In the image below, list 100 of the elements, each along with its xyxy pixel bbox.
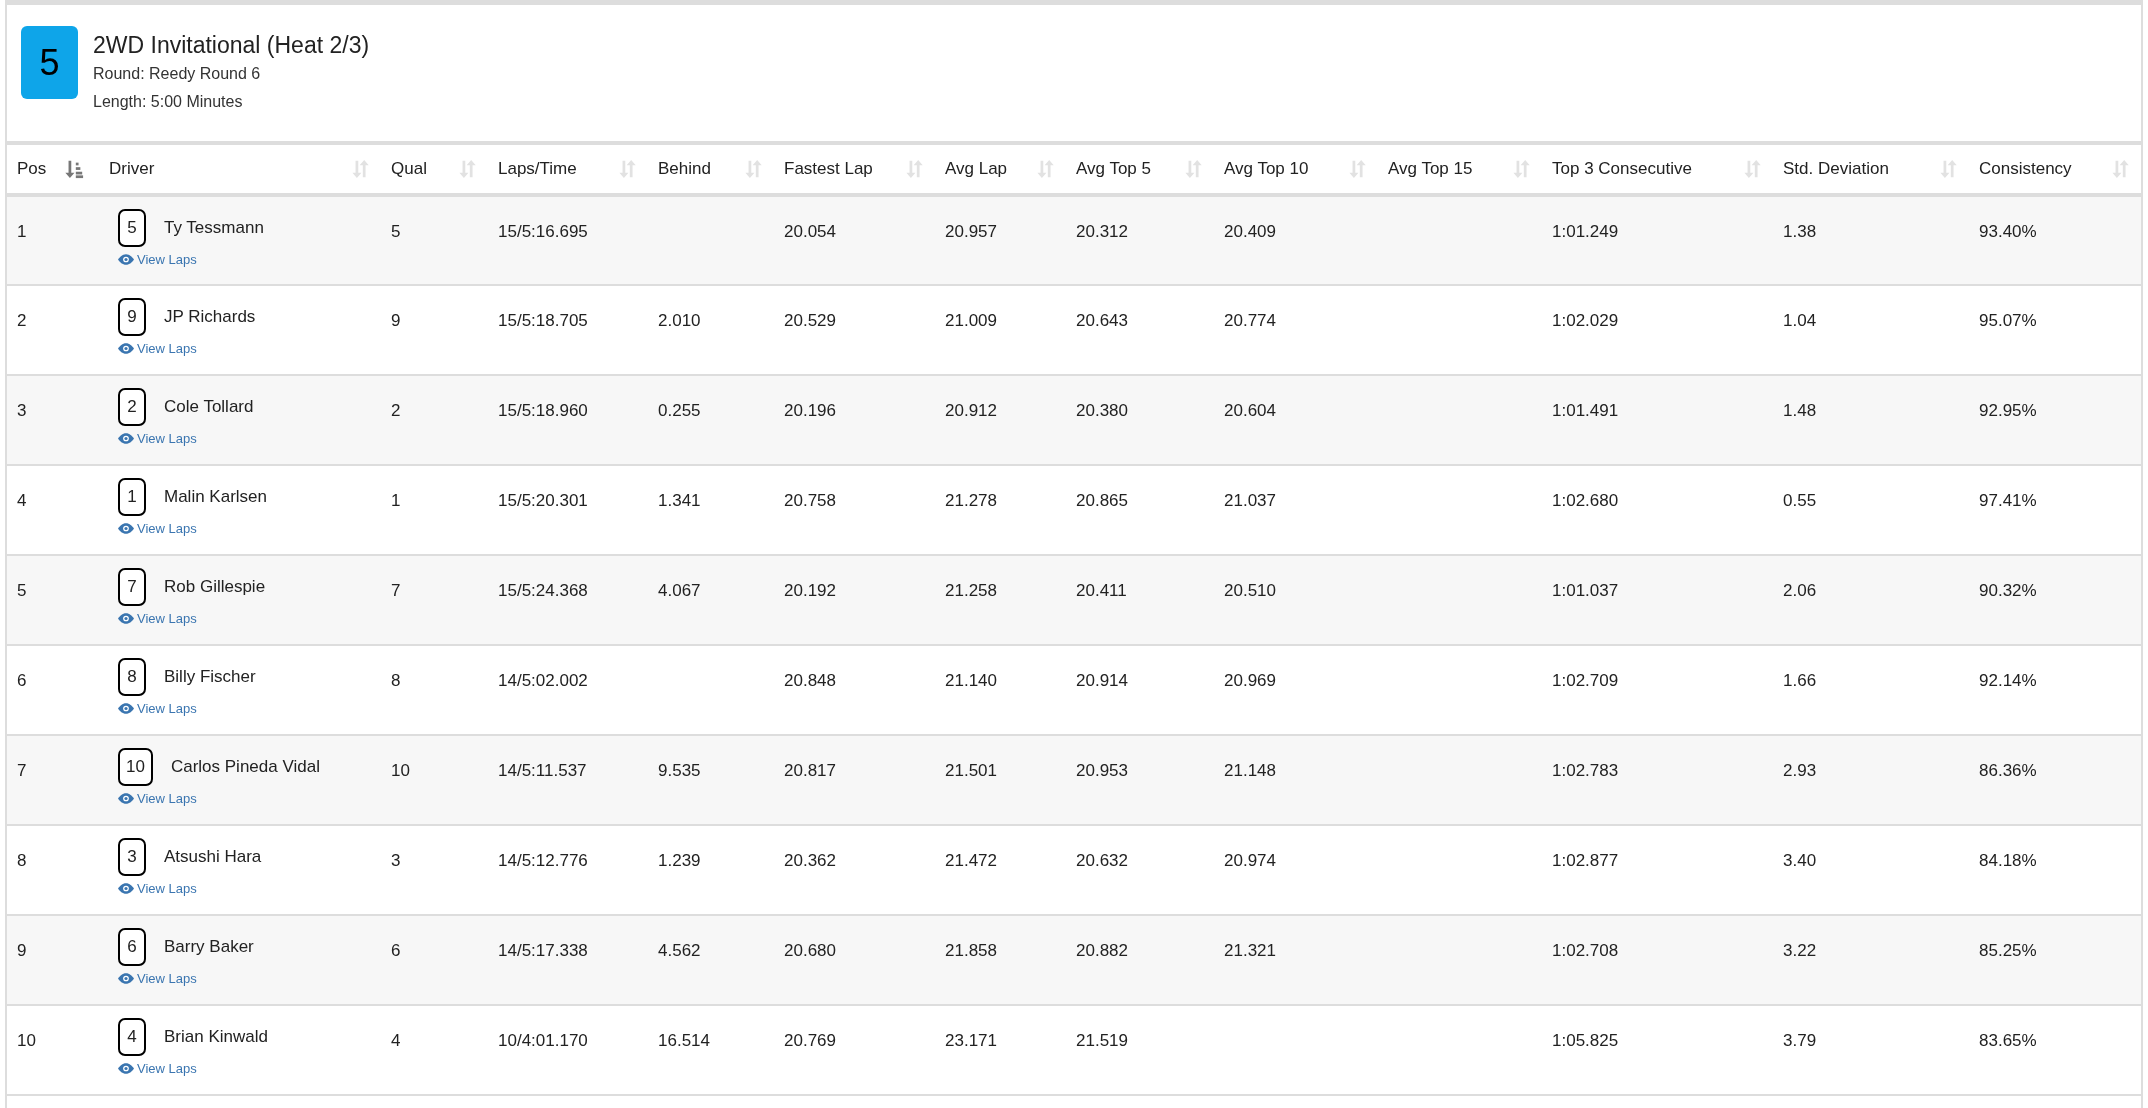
column-header[interactable]: Avg Lap	[945, 156, 1008, 182]
eye-icon	[118, 973, 134, 985]
table-cell: 3	[17, 401, 27, 420]
eye-icon	[118, 793, 134, 805]
table-cell: 20.362	[784, 851, 836, 870]
table-cell: 1	[391, 491, 401, 510]
table-cell: 21.501	[945, 761, 997, 780]
table-cell: 1.04	[1783, 311, 1817, 330]
view-laps-link[interactable]: View Laps	[118, 699, 197, 719]
driver-name: Cole Tollard	[164, 396, 254, 419]
table-cell: 20.758	[784, 491, 836, 510]
table-cell: 83.65%	[1979, 1031, 2037, 1050]
column-header[interactable]: Pos	[17, 156, 47, 182]
table-cell: 20.312	[1076, 222, 1128, 241]
table-cell: 7	[17, 761, 27, 780]
table-cell: 8	[17, 851, 27, 870]
eye-icon	[118, 883, 134, 895]
eye-icon	[118, 254, 134, 266]
table-cell: 1.341	[658, 491, 701, 510]
table-cell: 21.148	[1224, 761, 1276, 780]
table-cell: 4	[17, 491, 27, 510]
sort-icon[interactable]	[1036, 159, 1056, 179]
table-cell: 2.93	[1783, 761, 1817, 780]
table-cell: 20.380	[1076, 401, 1128, 420]
car-number: 9	[118, 298, 146, 336]
table-cell: 15/5:18.960	[498, 401, 588, 420]
sort-icon[interactable]	[1184, 159, 1204, 179]
column-header[interactable]: Avg Top 10	[1224, 156, 1309, 182]
driver-name: JP Richards	[164, 306, 256, 329]
sort-icon[interactable]	[1743, 159, 1763, 179]
table-cell: 21.278	[945, 491, 997, 510]
table-cell: 20.196	[784, 401, 836, 420]
sort-icon[interactable]	[744, 159, 764, 179]
table-cell: 20.774	[1224, 311, 1276, 330]
column-header[interactable]: Avg Top 15	[1388, 156, 1473, 182]
sort-icon[interactable]	[1348, 159, 1368, 179]
table-cell: 20.912	[945, 401, 997, 420]
sort-icon[interactable]	[1939, 159, 1959, 179]
sort-icon[interactable]	[351, 159, 371, 179]
car-number: 10	[118, 748, 153, 786]
sort-icon[interactable]	[1512, 159, 1532, 179]
column-header[interactable]: Avg Top 5	[1076, 156, 1151, 182]
view-laps-link[interactable]: View Laps	[118, 339, 197, 359]
table-cell: 4.067	[658, 581, 701, 600]
column-header[interactable]: Laps/Time	[498, 156, 577, 182]
table-cell: 20.632	[1076, 851, 1128, 870]
table-cell: 1:02.709	[1552, 671, 1619, 690]
sort-ascending-icon[interactable]	[64, 159, 85, 179]
table-cell: 85.25%	[1979, 941, 2037, 960]
table-cell: 10	[391, 761, 410, 780]
car-number: 1	[118, 478, 146, 516]
column-header[interactable]: Consistency	[1979, 156, 2072, 182]
table-cell: 4	[391, 1031, 401, 1050]
table-cell: 6	[17, 671, 27, 690]
table-cell: 20.510	[1224, 581, 1276, 600]
table-cell: 23.171	[945, 1031, 997, 1050]
table-cell: 1:02.877	[1552, 851, 1619, 870]
table-cell: 21.858	[945, 941, 997, 960]
view-laps-link[interactable]: View Laps	[118, 879, 197, 899]
column-header[interactable]: Top 3 Consecutive	[1552, 156, 1692, 182]
car-number: 6	[118, 928, 146, 966]
table-cell: 20.914	[1076, 671, 1128, 690]
column-header[interactable]: Behind	[658, 156, 711, 182]
eye-icon	[118, 703, 134, 715]
table-cell: 1:01.491	[1552, 401, 1619, 420]
table-cell: 20.882	[1076, 941, 1128, 960]
sort-icon[interactable]	[2111, 159, 2131, 179]
view-laps-link[interactable]: View Laps	[118, 1059, 197, 1079]
driver-name: Malin Karlsen	[164, 486, 267, 509]
view-laps-link[interactable]: View Laps	[118, 519, 197, 539]
table-cell: 86.36%	[1979, 761, 2037, 780]
table-cell: 10/4:01.170	[498, 1031, 588, 1050]
round-text: Round: Reedy Round 6	[93, 64, 262, 84]
view-laps-link[interactable]: View Laps	[118, 250, 197, 270]
sort-icon[interactable]	[458, 159, 478, 179]
car-number: 8	[118, 658, 146, 696]
table-cell: 95.07%	[1979, 311, 2037, 330]
table-cell: 92.95%	[1979, 401, 2037, 420]
table-cell: 1:02.783	[1552, 761, 1619, 780]
column-header[interactable]: Driver	[109, 156, 155, 182]
view-laps-link[interactable]: View Laps	[118, 969, 197, 989]
table-cell: 21.472	[945, 851, 997, 870]
car-number: 4	[118, 1018, 146, 1056]
column-header[interactable]: Std. Deviation	[1783, 156, 1889, 182]
table-cell: 84.18%	[1979, 851, 2037, 870]
eye-icon	[118, 523, 134, 535]
column-header[interactable]: Fastest Lap	[784, 156, 873, 182]
column-header[interactable]: Qual	[391, 156, 427, 182]
view-laps-link[interactable]: View Laps	[118, 789, 197, 809]
view-laps-link[interactable]: View Laps	[118, 609, 197, 629]
table-cell: 1:01.249	[1552, 222, 1619, 241]
sort-icon[interactable]	[618, 159, 638, 179]
table-cell: 2	[17, 311, 27, 330]
table-cell: 20.054	[784, 222, 836, 241]
sort-icon[interactable]	[905, 159, 925, 179]
car-number: 7	[118, 568, 146, 606]
table-cell: 14/5:02.002	[498, 671, 588, 690]
table-cell: 6	[391, 941, 401, 960]
table-cell: 20.957	[945, 222, 997, 241]
view-laps-link[interactable]: View Laps	[118, 429, 197, 449]
